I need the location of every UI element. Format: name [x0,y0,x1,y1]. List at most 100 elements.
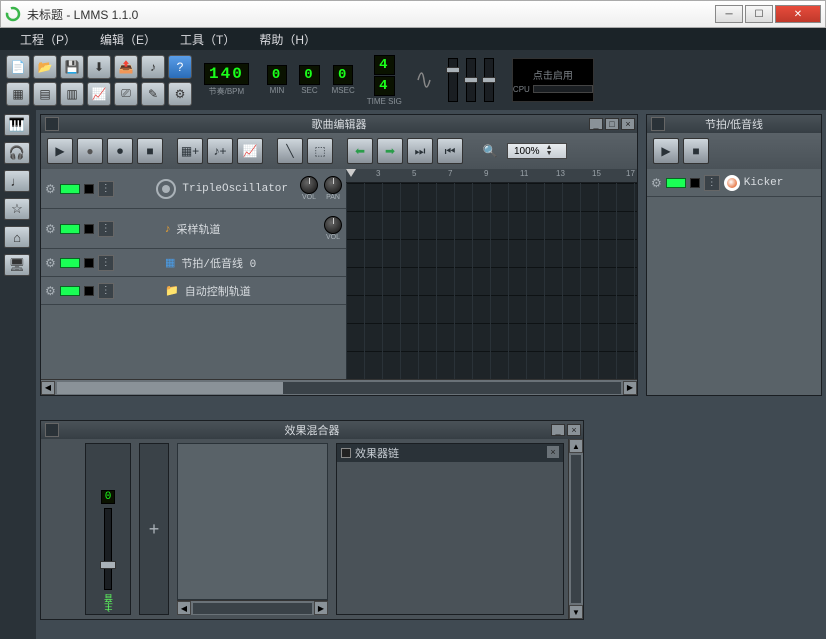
fx-add-channel[interactable]: + [139,443,169,615]
mute-button[interactable] [60,258,80,268]
fx-mixer-titlebar[interactable]: 效果混合器 _× [41,421,583,439]
bb-play-button[interactable]: ▶ [653,138,679,164]
solo-button[interactable] [84,258,94,268]
close-button[interactable]: ✕ [775,5,821,23]
zoom-selector[interactable]: 100% ▲▼ [507,143,567,159]
fx-mixer-button[interactable]: ⎚ [114,82,138,106]
maximize-button[interactable]: ☐ [745,5,773,23]
close-icon[interactable]: × [621,118,635,130]
save-as-button[interactable]: ⬇ [87,55,111,79]
solo-button[interactable] [84,286,94,296]
bb-editor-button[interactable]: ▤ [33,82,57,106]
gear-icon[interactable]: ⚙ [45,284,56,298]
pan-knob[interactable] [324,176,342,194]
track-grip[interactable]: ⋮ [98,255,114,271]
gear-icon[interactable]: ⚙ [45,256,56,270]
forward-button[interactable]: ➡ [377,138,403,164]
edit-mode-button[interactable]: ⬚ [307,138,333,164]
kicker-icon[interactable] [724,175,740,191]
checkbox-icon[interactable] [341,448,351,458]
menu-edit[interactable]: 编辑（E） [90,29,166,50]
bb-stop-button[interactable]: ■ [683,138,709,164]
mute-button[interactable] [666,178,686,188]
master-pan-slider[interactable] [484,58,494,102]
help-button[interactable]: ? [168,55,192,79]
computer-tab[interactable]: 🖥 [4,254,30,276]
pattern-grid[interactable] [346,183,637,379]
save-button[interactable]: 💾 [60,55,84,79]
new-project-button[interactable]: 📄 [6,55,30,79]
instrument-icon[interactable] [156,179,176,199]
instruments-tab[interactable]: 🎹 [4,114,30,136]
back-button[interactable]: ⬅ [347,138,373,164]
menu-project[interactable]: 工程（P） [10,29,86,50]
scroll-down-button[interactable]: ▼ [569,605,583,619]
gear-icon[interactable]: ⚙ [45,182,56,196]
ruler[interactable]: 3 5 7 9 11 13 15 17 [346,169,637,183]
timesig-num[interactable]: 4 [374,55,394,75]
horizontal-scrollbar[interactable]: ◀ ▶ [41,379,637,395]
menu-tools[interactable]: 工具（T） [170,29,245,50]
minimize-icon[interactable]: _ [589,118,603,130]
presets-tab[interactable]: ♩ [4,170,30,192]
piano-roll-button[interactable]: ▥ [60,82,84,106]
play-button[interactable]: ▶ [47,138,73,164]
scroll-right-button[interactable]: ▶ [623,381,637,395]
track-grip[interactable]: ⋮ [98,181,114,197]
solo-button[interactable] [84,184,94,194]
gear-icon[interactable]: ⚙ [45,222,56,236]
fx-hscroll[interactable]: ◀▶ [177,600,328,615]
notes-button[interactable]: ✎ [141,82,165,106]
mute-button[interactable] [60,184,80,194]
track-row-instrument[interactable]: ⚙ ⋮ TripleOscillator VOL PAN [41,169,346,209]
mute-button[interactable] [60,286,80,296]
minimize-icon[interactable]: _ [551,424,565,436]
master-pitch-slider[interactable] [466,58,476,102]
track-row-automation[interactable]: ⚙⋮ 📁 自动控制轨道 [41,277,346,305]
add-sample-button[interactable]: ♪+ [207,138,233,164]
bb-editor-titlebar[interactable]: 节拍/低音线 [647,115,821,133]
channel-fader[interactable] [104,508,112,590]
mute-button[interactable] [60,224,80,234]
bb-track-row[interactable]: ⚙ ⋮ Kicker [647,169,821,197]
track-row-bb[interactable]: ⚙⋮ ▦ 节拍/低音线 0 [41,249,346,277]
track-grip[interactable]: ⋮ [98,221,114,237]
favorites-tab[interactable]: ☆ [4,198,30,220]
fx-master-channel[interactable]: 0 主音 [85,443,131,615]
volume-knob[interactable] [300,176,318,194]
track-grip[interactable]: ⋮ [98,283,114,299]
add-bb-button[interactable]: ▦+ [177,138,203,164]
playhead-icon[interactable] [346,169,356,177]
minimize-button[interactable]: ─ [715,5,743,23]
draw-mode-button[interactable]: ╲ [277,138,303,164]
close-icon[interactable]: × [567,424,581,436]
export-button[interactable]: 📤 [114,55,138,79]
song-editor-button[interactable]: ▦ [6,82,30,106]
stop-button[interactable]: ■ [137,138,163,164]
close-icon[interactable]: × [547,446,559,458]
track-row-sample[interactable]: ⚙⋮ ♪ 采样轨道 VOL [41,209,346,249]
controller-button[interactable]: ⚙ [168,82,192,106]
record-play-button[interactable]: ⏺ [107,138,133,164]
timesig-den[interactable]: 4 [374,76,394,96]
track-grip[interactable]: ⋮ [704,175,720,191]
home-tab[interactable]: ⌂ [4,226,30,248]
tempo-display[interactable]: 140 [204,63,249,85]
maximize-icon[interactable]: □ [605,118,619,130]
samples-tab[interactable]: 🎧 [4,142,30,164]
effect-chain-body[interactable] [337,462,563,614]
menu-help[interactable]: 帮助（H） [249,29,326,50]
skip-end-button[interactable]: ⏭ [407,138,433,164]
volume-knob[interactable] [324,216,342,234]
vertical-scrollbar[interactable]: ▲ ▼ [568,439,583,619]
add-automation-button[interactable]: 📈 [237,138,263,164]
timeline[interactable]: 3 5 7 9 11 13 15 17 [346,169,637,379]
solo-button[interactable] [84,224,94,234]
solo-button[interactable] [690,178,700,188]
open-button[interactable]: 📂 [33,55,57,79]
scroll-up-button[interactable]: ▲ [569,439,583,453]
master-volume-slider[interactable] [448,58,458,102]
automation-button[interactable]: 📈 [87,82,111,106]
record-button[interactable]: ● [77,138,103,164]
scrollbar-thumb[interactable] [57,382,283,394]
